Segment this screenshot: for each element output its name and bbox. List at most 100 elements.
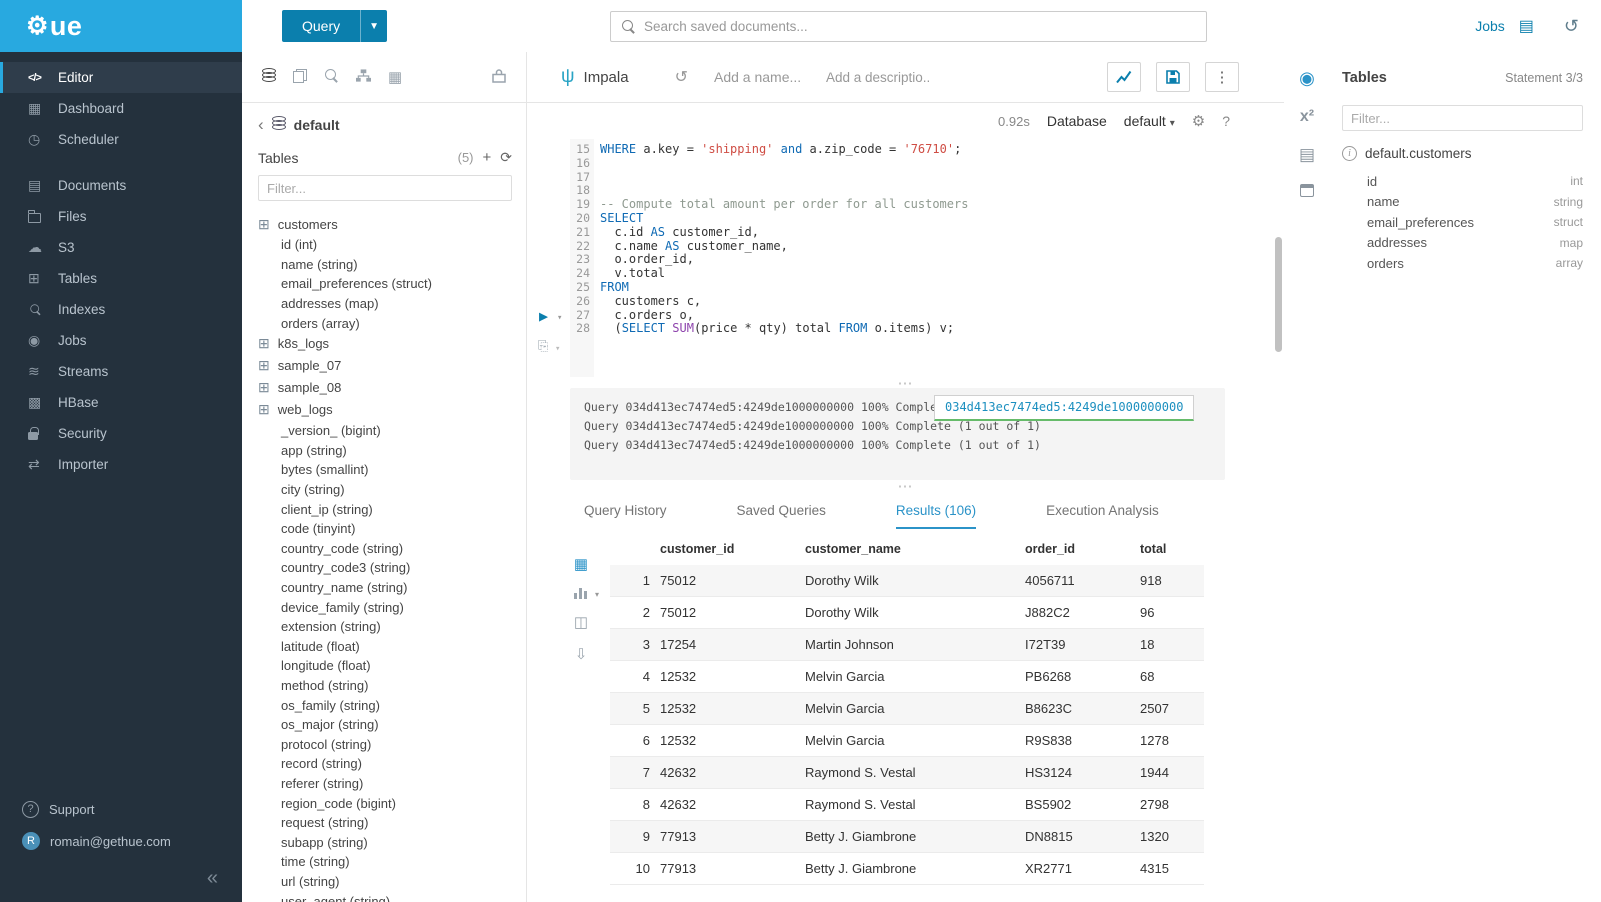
table-row[interactable]: 412532Melvin GarciaPB626868 <box>610 661 1204 693</box>
save-button[interactable] <box>1156 62 1190 92</box>
column-item[interactable]: code (tinyint) <box>258 519 512 539</box>
jobs-link[interactable]: Jobs <box>1475 18 1505 34</box>
column-item[interactable]: _version_ (bigint) <box>258 421 512 441</box>
documents-copy-icon[interactable] <box>293 69 307 86</box>
column-header-customer-name[interactable]: customer_name <box>805 533 1025 565</box>
database-name[interactable]: default <box>294 117 340 133</box>
column-header-order-id[interactable]: order_id <box>1025 533 1140 565</box>
databases-icon[interactable] <box>262 68 276 86</box>
column-item[interactable]: os_family (string) <box>258 695 512 715</box>
schedule-icon[interactable] <box>1300 184 1314 197</box>
table-row[interactable]: 275012Dorothy WilkJ882C296 <box>610 597 1204 629</box>
apps-grid-icon[interactable]: ▦ <box>388 68 402 86</box>
column-item[interactable]: email_preferences (struct) <box>258 274 512 294</box>
assist-column-orders[interactable]: ordersarray <box>1367 253 1583 274</box>
table-item-sample-08[interactable]: ⊞sample_08 <box>258 377 512 399</box>
column-item[interactable]: extension (string) <box>258 617 512 637</box>
table-row[interactable]: 317254Martin JohnsonI72T3918 <box>610 629 1204 661</box>
settings-gear-icon[interactable]: ⚙ <box>1192 112 1205 130</box>
column-item[interactable]: referer (string) <box>258 774 512 794</box>
table-item-web-logs[interactable]: ⊞web_logs <box>258 399 512 421</box>
assist-column-name[interactable]: namestring <box>1367 192 1583 213</box>
sidebar-item-support[interactable]: ?Support <box>0 793 242 825</box>
sidebar-item-jobs[interactable]: ◉Jobs <box>0 325 242 356</box>
functions-icon[interactable]: x² <box>1300 108 1314 126</box>
column-item[interactable]: orders (array) <box>258 313 512 333</box>
history-icon[interactable]: ↺ <box>1564 16 1579 37</box>
column-item[interactable]: os_major (string) <box>258 715 512 735</box>
column-header-total[interactable]: total <box>1140 533 1204 565</box>
table-row[interactable]: 977913Betty J. GiambroneDN88151320 <box>610 821 1204 853</box>
query-button[interactable]: Query <box>282 10 360 42</box>
sidebar-item-dashboard[interactable]: ▦Dashboard <box>0 93 242 124</box>
jobs-list-icon[interactable]: ▤ <box>1519 16 1534 36</box>
database-select[interactable]: default ▾ <box>1124 113 1175 129</box>
table-item-sample-07[interactable]: ⊞sample_07 <box>258 355 512 377</box>
column-item[interactable]: country_name (string) <box>258 578 512 598</box>
sidebar-item-hbase[interactable]: ▩HBase <box>0 387 242 418</box>
column-item[interactable]: client_ip (string) <box>258 499 512 519</box>
tab-results-106-[interactable]: Results (106) <box>896 503 976 529</box>
zoom-search-icon[interactable] <box>324 68 339 86</box>
column-item[interactable]: longitude (float) <box>258 656 512 676</box>
download-icon[interactable]: ⇩ <box>572 645 590 663</box>
resize-handle[interactable]: ⋯ <box>527 377 1284 388</box>
column-item[interactable]: time (string) <box>258 852 512 872</box>
language-reference-icon[interactable]: ▤ <box>1299 145 1315 165</box>
column-item[interactable]: url (string) <box>258 872 512 892</box>
table-row[interactable]: 742632Raymond S. VestalHS31241944 <box>610 757 1204 789</box>
resize-handle[interactable]: ⋯ <box>527 480 1284 491</box>
grid-view-icon[interactable]: ▦ <box>572 555 590 573</box>
column-item[interactable]: bytes (smallint) <box>258 460 512 480</box>
sidebar-item-documents[interactable]: ▤Documents <box>0 170 242 201</box>
table-row[interactable]: 512532Melvin GarciaB8623C2507 <box>610 693 1204 725</box>
column-item[interactable]: latitude (float) <box>258 637 512 657</box>
sidebar-item-user[interactable]: Rromain@gethue.com <box>0 825 242 857</box>
more-actions-button[interactable]: ⋮ <box>1205 62 1239 92</box>
table-row[interactable]: 175012Dorothy Wilk4056711918 <box>610 565 1204 597</box>
sidebar-collapse-button[interactable]: « <box>0 857 242 894</box>
query-history-icon[interactable]: ↺ <box>675 67 688 87</box>
sidebar-item-importer[interactable]: ⇄Importer <box>0 449 242 480</box>
execute-button[interactable]: ▶ <box>539 307 548 325</box>
assist-tables-icon[interactable]: ◉ <box>1299 68 1315 89</box>
sidebar-item-s3[interactable]: ☁S3 <box>0 232 242 263</box>
table-row[interactable]: 612532Melvin GarciaR9S8381278 <box>610 725 1204 757</box>
sidebar-item-security[interactable]: Security <box>0 418 242 449</box>
refresh-icon[interactable]: ⟳ <box>500 149 512 166</box>
format-options-caret-icon[interactable]: ▾ <box>555 344 560 354</box>
format-document-icon[interactable]: ⎘ <box>538 339 548 354</box>
chart-button[interactable] <box>1107 62 1141 92</box>
table-row[interactable]: 1077913Betty J. GiambroneXR27714315 <box>610 853 1204 885</box>
column-item[interactable]: city (string) <box>258 480 512 500</box>
active-table-row[interactable]: i default.customers <box>1342 146 1583 161</box>
code-lines[interactable]: WHERE a.key = 'shipping' and a.zip_code … <box>594 139 1284 377</box>
tab-query-history[interactable]: Query History <box>584 503 667 529</box>
column-item[interactable]: name (string) <box>258 255 512 275</box>
column-item[interactable]: user_agent (string) <box>258 891 512 902</box>
sidebar-item-tables[interactable]: ⊞Tables <box>0 263 242 294</box>
column-item[interactable]: subapp (string) <box>258 832 512 852</box>
table-item-k8s-logs[interactable]: ⊞k8s_logs <box>258 333 512 355</box>
search-input[interactable] <box>644 19 1196 34</box>
query-description-input[interactable] <box>826 70 931 85</box>
bag-icon[interactable] <box>492 69 506 86</box>
assist-column-addresses[interactable]: addressesmap <box>1367 233 1583 254</box>
column-item[interactable]: protocol (string) <box>258 734 512 754</box>
column-item[interactable]: country_code3 (string) <box>258 558 512 578</box>
column-item[interactable]: region_code (bigint) <box>258 793 512 813</box>
column-item[interactable]: device_family (string) <box>258 597 512 617</box>
editor-scrollbar[interactable] <box>1275 237 1282 352</box>
add-table-icon[interactable]: + <box>483 149 492 166</box>
hue-logo[interactable]: ⚙ue <box>0 0 242 52</box>
table-item-customers[interactable]: ⊞customers <box>258 213 512 235</box>
assist-column-id[interactable]: idint <box>1367 171 1583 192</box>
tab-saved-queries[interactable]: Saved Queries <box>737 503 826 529</box>
query-dropdown-button[interactable]: ▼ <box>360 10 387 42</box>
sidebar-item-files[interactable]: Files <box>0 201 242 232</box>
column-header-customer-id[interactable]: customer_id <box>660 533 805 565</box>
sidebar-item-editor[interactable]: </>Editor <box>0 62 242 93</box>
column-item[interactable]: record (string) <box>258 754 512 774</box>
right-assist-filter-input[interactable] <box>1342 105 1583 131</box>
chart-view-icon[interactable]: ▾ <box>572 587 590 599</box>
